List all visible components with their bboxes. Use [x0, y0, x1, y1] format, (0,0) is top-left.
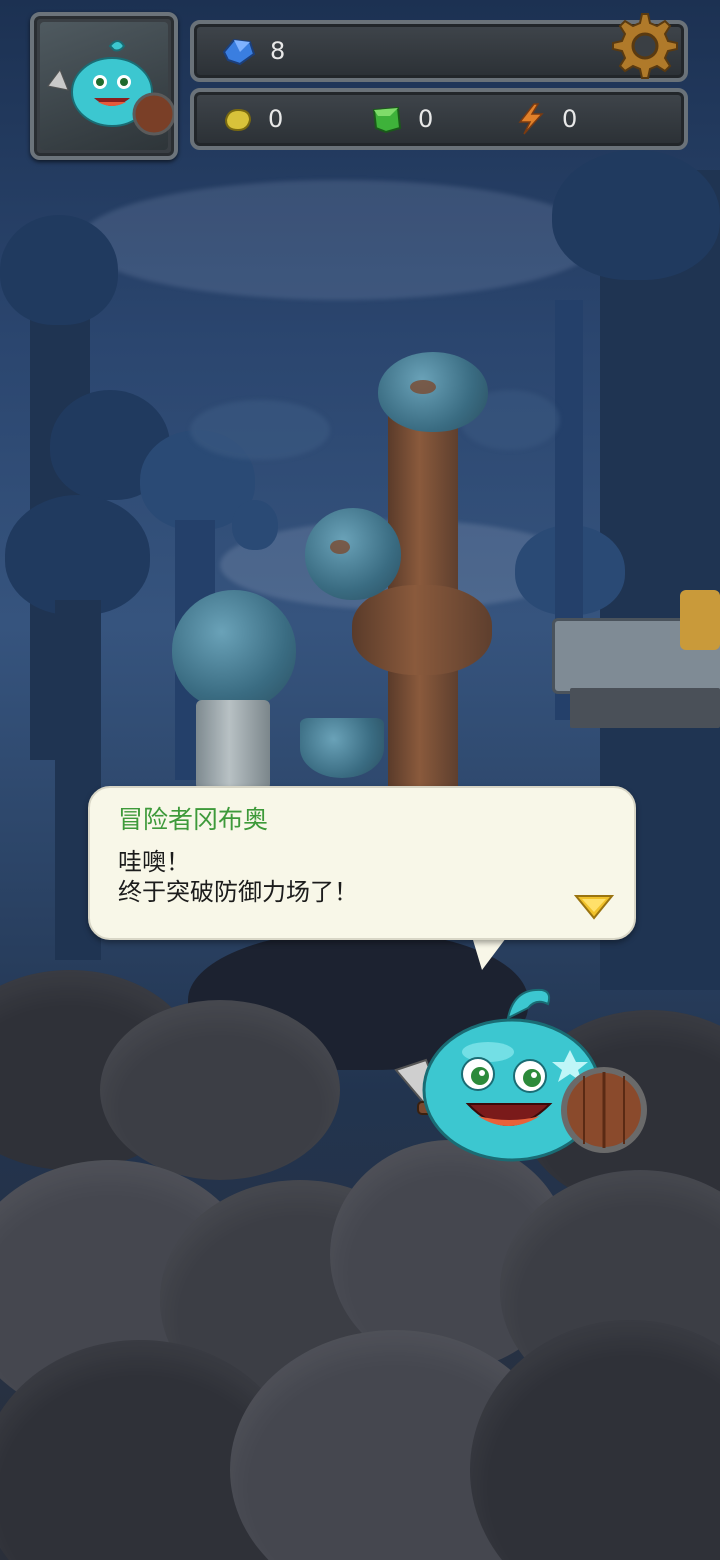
floating-island — [190, 400, 330, 460]
cloud — [470, 1320, 720, 1560]
next-arrow-icon[interactable] — [574, 892, 614, 920]
cannon-tower-base — [196, 700, 270, 790]
game-scene — [0, 0, 720, 1560]
player-avatar-button[interactable] — [30, 12, 178, 160]
gold-counter: 0 — [220, 92, 283, 146]
rust-spot — [330, 540, 350, 554]
cloud — [100, 1000, 340, 1180]
speaker-name: 冒险者冈布奥 — [118, 805, 269, 834]
gems-counter: 8 — [220, 24, 285, 78]
lightning-icon — [518, 103, 544, 135]
teal-dome-top — [378, 352, 488, 432]
teal-bowl — [300, 718, 384, 778]
energy-counter: 0 — [514, 92, 577, 146]
background-dome — [5, 495, 150, 615]
blue-gem-icon — [222, 38, 256, 66]
haze-cloud — [80, 180, 600, 300]
energy-count: 0 — [562, 105, 578, 133]
gold-nugget-icon — [224, 108, 252, 132]
hero-slime — [394, 988, 647, 1162]
gear-icon[interactable] — [604, 8, 680, 84]
gems-count: 8 — [270, 37, 286, 65]
slime-avatar-icon — [47, 40, 174, 136]
dialog-line: 终于突破防御力场了！ — [118, 878, 358, 906]
cannon-tower — [172, 590, 296, 710]
resources-bar: 0 0 0 — [190, 88, 688, 150]
rust-spot — [410, 380, 436, 394]
background-dome — [232, 500, 278, 550]
green-crystal-counter: 0 — [370, 92, 433, 146]
platform-support — [570, 688, 720, 728]
gold-statue — [680, 590, 720, 650]
dialog-box[interactable]: 冒险者冈布奥 哇噢！ 终于突破防御力场了！ — [88, 786, 636, 940]
background-dome — [0, 215, 118, 325]
green-crystal-count: 0 — [418, 105, 434, 133]
teal-dome-small — [305, 508, 401, 600]
background-dome — [552, 150, 720, 280]
green-crystal-icon — [372, 106, 402, 134]
rusty-tower-ring — [352, 585, 492, 675]
gold-count: 0 — [268, 105, 284, 133]
